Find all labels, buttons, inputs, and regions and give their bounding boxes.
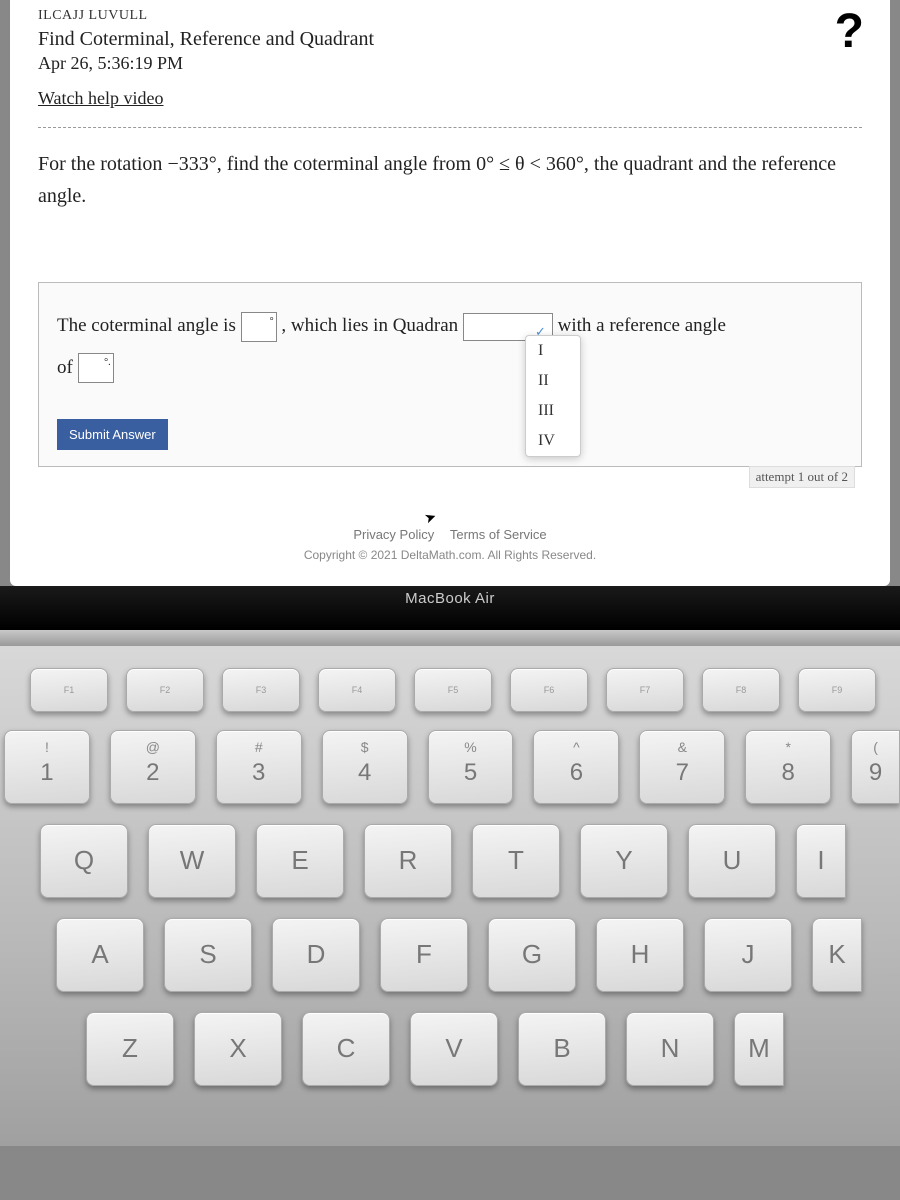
key-k[interactable]: K <box>812 918 862 992</box>
key-w[interactable]: W <box>148 824 236 898</box>
problem-statement: For the rotation −333°, find the cotermi… <box>38 148 862 212</box>
key-a[interactable]: A <box>56 918 144 992</box>
quadrant-option-1[interactable]: I <box>526 336 580 366</box>
key-f2[interactable]: F2 <box>126 668 204 712</box>
watch-help-video-link[interactable]: Watch help video <box>38 88 164 109</box>
key-f[interactable]: F <box>380 918 468 992</box>
terms-of-service-link[interactable]: Terms of Service <box>450 527 547 542</box>
key-f6[interactable]: F6 <box>510 668 588 712</box>
key-j[interactable]: J <box>704 918 792 992</box>
key-c[interactable]: C <box>302 1012 390 1086</box>
key-3[interactable]: #3 <box>216 730 302 804</box>
quadrant-option-2[interactable]: II <box>526 366 580 396</box>
reference-angle-input[interactable]: °. <box>78 353 114 383</box>
key-m[interactable]: M <box>734 1012 784 1086</box>
laptop-bezel: MacBook Air <box>0 586 900 630</box>
problem-text-1: For the rotation <box>38 153 167 175</box>
key-f8[interactable]: F8 <box>702 668 780 712</box>
key-s[interactable]: S <box>164 918 252 992</box>
key-8[interactable]: *8 <box>745 730 831 804</box>
keyboard: F1 F2 F3 F4 F5 F6 F7 F8 F9 !1 @2 #3 $4 %5 ^6&7 *8 (9 QW… <box>0 646 900 1146</box>
key-f5[interactable]: F5 <box>414 668 492 712</box>
copyright-text: Copyright © 2021 DeltaMath.com. All Righ… <box>38 548 862 576</box>
answer-text-4: of <box>57 357 78 378</box>
key-y[interactable]: Y <box>580 824 668 898</box>
key-z[interactable]: Z <box>86 1012 174 1086</box>
key-r[interactable]: R <box>364 824 452 898</box>
submit-answer-button[interactable]: Submit Answer <box>57 419 168 450</box>
key-f1[interactable]: F1 <box>30 668 108 712</box>
key-d[interactable]: D <box>272 918 360 992</box>
answer-box: The coterminal angle is ° , which lies i… <box>38 282 862 467</box>
cursor-icon: ➤ <box>422 509 439 529</box>
key-4[interactable]: $4 <box>322 730 408 804</box>
breadcrumb: ILCAJJ LUVULL <box>38 8 862 24</box>
key-i[interactable]: I <box>796 824 846 898</box>
help-icon[interactable]: ? <box>835 4 864 59</box>
degree-symbol-2: °. <box>104 352 111 374</box>
key-f3[interactable]: F3 <box>222 668 300 712</box>
key-f4[interactable]: F4 <box>318 668 396 712</box>
macbook-label: MacBook Air <box>0 590 900 607</box>
key-6[interactable]: ^6 <box>533 730 619 804</box>
key-x[interactable]: X <box>194 1012 282 1086</box>
answer-text-1: The coterminal angle is <box>57 315 241 336</box>
degree-symbol: ° <box>270 311 274 333</box>
answer-text-3: with a reference angle <box>558 315 726 336</box>
footer-links: Privacy Policy Terms of Service <box>38 527 862 542</box>
quadrant-dropdown: I II III IV <box>525 335 581 457</box>
key-e[interactable]: E <box>256 824 344 898</box>
page-title: Find Coterminal, Reference and Quadrant <box>38 28 862 51</box>
key-v[interactable]: V <box>410 1012 498 1086</box>
key-g[interactable]: G <box>488 918 576 992</box>
page-date: Apr 26, 5:36:19 PM <box>38 53 862 74</box>
key-7[interactable]: &7 <box>639 730 725 804</box>
key-f9[interactable]: F9 <box>798 668 876 712</box>
key-t[interactable]: T <box>472 824 560 898</box>
key-5[interactable]: %5 <box>428 730 514 804</box>
laptop-hinge <box>0 630 900 646</box>
coterminal-angle-input[interactable]: ° <box>241 312 277 342</box>
attempt-counter: attempt 1 out of 2 <box>749 466 855 488</box>
key-f7[interactable]: F7 <box>606 668 684 712</box>
quadrant-option-4[interactable]: IV <box>526 426 580 456</box>
key-n[interactable]: N <box>626 1012 714 1086</box>
key-q[interactable]: Q <box>40 824 128 898</box>
quadrant-option-3[interactable]: III <box>526 396 580 426</box>
rotation-angle: −333° <box>167 153 216 175</box>
answer-text-2: , which lies in Quadran <box>281 315 458 336</box>
key-u[interactable]: U <box>688 824 776 898</box>
key-1[interactable]: !1 <box>4 730 90 804</box>
key-9[interactable]: (9 <box>851 730 900 804</box>
divider <box>38 127 862 128</box>
privacy-policy-link[interactable]: Privacy Policy <box>353 527 434 542</box>
key-h[interactable]: H <box>596 918 684 992</box>
key-2[interactable]: @2 <box>110 730 196 804</box>
key-b[interactable]: B <box>518 1012 606 1086</box>
